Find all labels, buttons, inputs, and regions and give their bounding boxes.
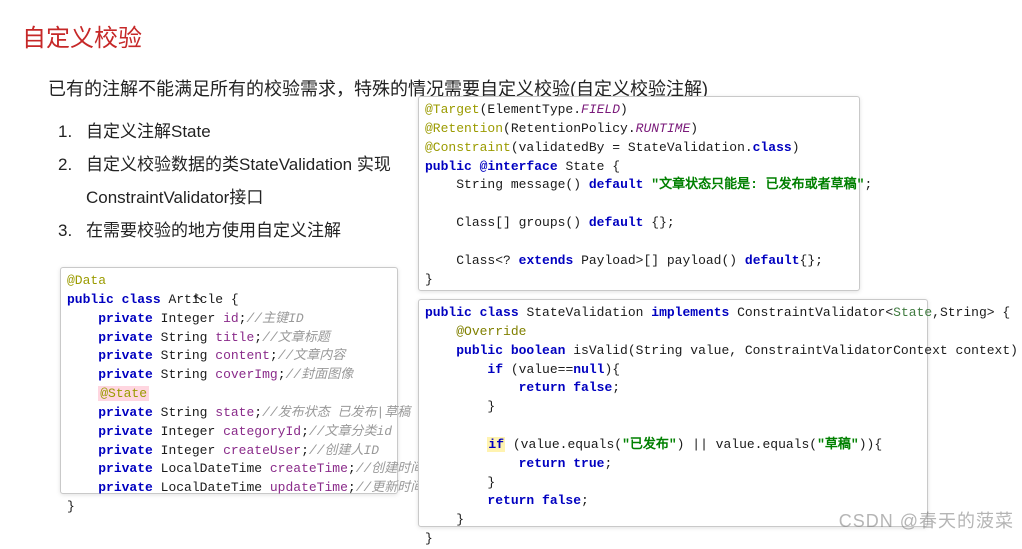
list-text: 自定义校验数据的类StateValidation 实现ConstraintVal… [86,148,416,214]
page-title: 自定义校验 [0,0,1022,53]
code-state-annotation: @Target(ElementType.FIELD) @Retention(Re… [418,96,860,291]
list-number: 1. [58,115,86,148]
code-state-validation: public class StateValidation implements … [418,299,928,527]
watermark: CSDN @春天的菠菜 [839,507,1014,533]
list-text: 自定义注解State [86,115,211,148]
code-article: @Data public class Article { private Int… [60,267,398,494]
list-number: 2. [58,148,86,214]
state-annotation-highlight: @State [98,386,149,401]
if-highlight: if [487,437,505,452]
list-text: 在需要校验的地方使用自定义注解 [86,214,341,247]
list-number: 3. [58,214,86,247]
subtitle-text: 已有的注解不能满足所有的校验需求，特殊的情况需要自定义校验(自定义校验注解) [0,53,1022,101]
